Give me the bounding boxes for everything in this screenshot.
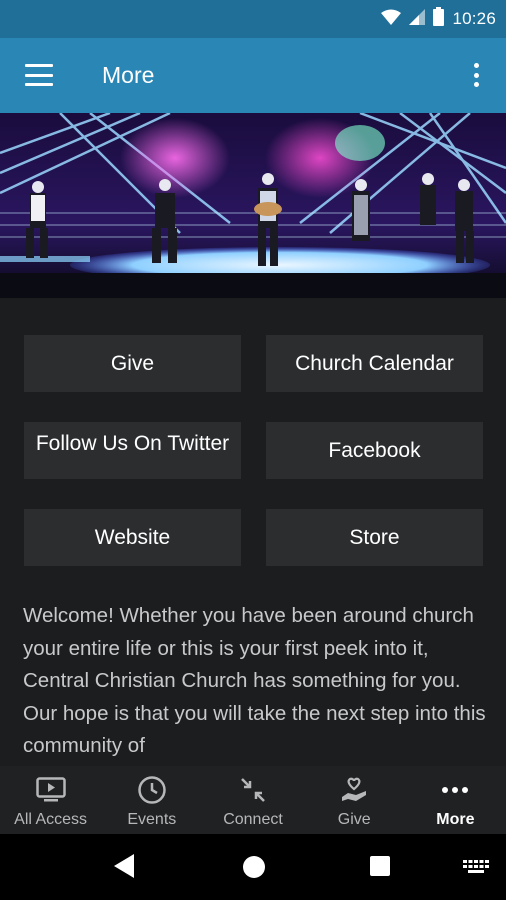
store-button[interactable]: Store <box>266 509 483 566</box>
tab-events[interactable]: Events <box>101 766 202 834</box>
wifi-icon <box>381 9 402 30</box>
give-button[interactable]: Give <box>24 335 241 392</box>
overflow-menu-icon[interactable] <box>466 60 486 90</box>
keyboard-icon[interactable] <box>463 860 489 879</box>
worship-band-on-stage-photo <box>0 113 506 298</box>
welcome-text: Welcome! Whether you have been around ch… <box>23 604 486 756</box>
clock-icon <box>135 774 169 806</box>
system-nav-bar <box>0 834 506 900</box>
hamburger-menu-icon[interactable] <box>22 60 56 90</box>
back-icon[interactable] <box>114 854 134 883</box>
signal-icon <box>409 8 426 30</box>
tab-all-access[interactable]: All Access <box>0 766 101 834</box>
recents-icon[interactable] <box>370 856 390 876</box>
home-icon[interactable] <box>243 856 265 878</box>
tab-label: Events <box>127 811 177 828</box>
hand-heart-icon <box>337 774 371 806</box>
follow-twitter-button[interactable]: Follow Us On Twitter <box>24 422 241 479</box>
status-time: 10:26 <box>452 9 496 28</box>
tab-more[interactable]: More <box>405 766 506 834</box>
facebook-button[interactable]: Facebook <box>266 422 483 479</box>
tab-label: More <box>436 811 475 828</box>
more-dots-icon <box>438 774 472 806</box>
tab-label: Connect <box>223 811 283 828</box>
connect-arrows-icon <box>236 774 270 806</box>
app-bar: More <box>0 38 506 113</box>
battery-icon <box>433 7 445 31</box>
page-title: More <box>102 62 155 88</box>
tab-give[interactable]: Give <box>304 766 405 834</box>
tab-label: All Access <box>14 811 88 828</box>
hero-image <box>0 113 506 298</box>
status-icons: 10:26 <box>381 0 496 38</box>
tab-label: Give <box>337 811 371 828</box>
status-bar: 10:26 <box>0 0 506 38</box>
website-button[interactable]: Website <box>24 509 241 566</box>
tv-icon <box>34 774 68 806</box>
bottom-tab-bar: All Access Events Connect Give More <box>0 766 506 834</box>
church-calendar-button[interactable]: Church Calendar <box>266 335 483 392</box>
tab-connect[interactable]: Connect <box>202 766 303 834</box>
